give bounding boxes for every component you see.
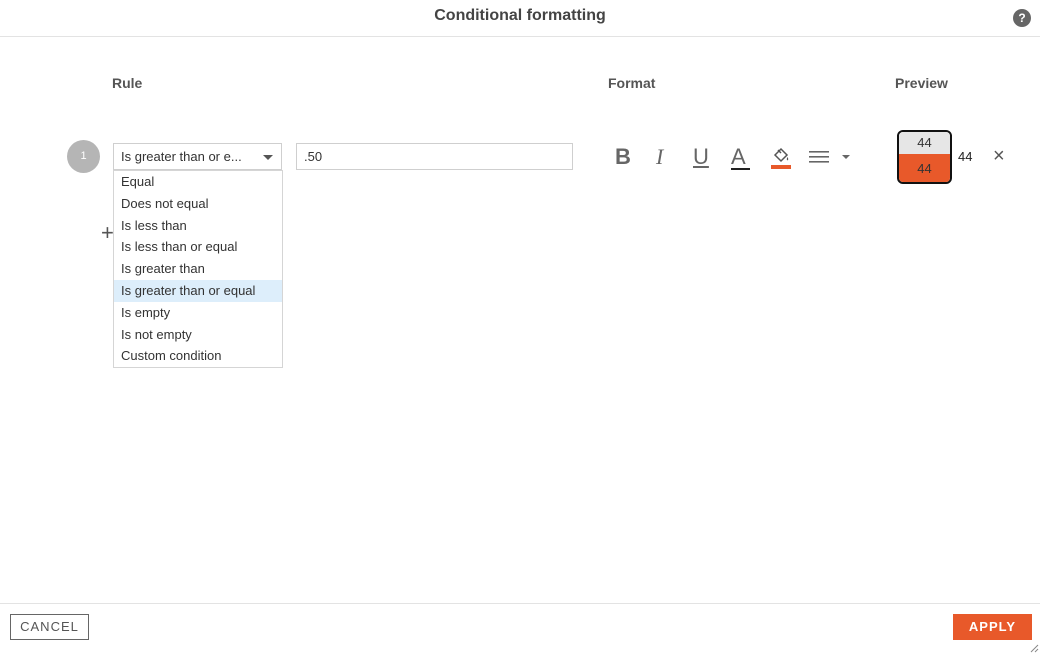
condition-value-input[interactable] xyxy=(296,143,573,170)
add-rule-button[interactable]: + xyxy=(101,221,114,245)
text-color-swatch xyxy=(731,168,750,170)
text-color-glyph: A xyxy=(731,144,746,169)
dialog-title: Conditional formatting xyxy=(434,7,606,24)
preview-plain-value: 44 xyxy=(958,149,973,164)
preview-formatted-value: 44 xyxy=(899,154,950,182)
italic-icon[interactable]: I xyxy=(656,144,663,170)
condition-select-value: Is greater than or e... xyxy=(121,149,242,164)
fill-color-icon[interactable] xyxy=(771,146,791,170)
dropdown-option-is-empty[interactable]: Is empty xyxy=(114,302,282,324)
dropdown-option-custom-condition[interactable]: Custom condition xyxy=(114,345,282,367)
resize-handle-icon[interactable] xyxy=(1030,640,1039,653)
rule-number-badge: 1 xyxy=(67,140,100,173)
dropdown-option-less-than[interactable]: Is less than xyxy=(114,215,282,237)
underline-icon[interactable]: U xyxy=(693,144,709,170)
dropdown-option-less-than-or-equal[interactable]: Is less than or equal xyxy=(114,236,282,258)
dropdown-option-greater-than-or-equal[interactable]: Is greater than or equal xyxy=(114,279,282,302)
dropdown-option-is-not-empty[interactable]: Is not empty xyxy=(114,324,282,346)
dropdown-option-does-not-equal[interactable]: Does not equal xyxy=(114,193,282,215)
bold-icon[interactable]: B xyxy=(615,144,631,170)
align-icon xyxy=(809,151,850,163)
paint-bucket-icon xyxy=(771,147,791,169)
dropdown-option-equal[interactable]: Equal xyxy=(114,171,282,193)
dropdown-option-greater-than[interactable]: Is greater than xyxy=(114,258,282,280)
question-circle-icon[interactable]: ? xyxy=(1013,9,1031,27)
preview-cell: 44 44 xyxy=(897,130,952,184)
align-dropdown[interactable] xyxy=(809,146,853,168)
format-column-header: Format xyxy=(608,75,656,91)
chevron-down-icon xyxy=(263,155,273,160)
condition-dropdown-list: Equal Does not equal Is less than Is les… xyxy=(113,170,283,368)
text-color-icon[interactable]: A xyxy=(731,144,750,170)
condition-select[interactable]: Is greater than or e... xyxy=(113,143,282,170)
rule-column-header: Rule xyxy=(112,75,143,91)
footer-divider xyxy=(0,603,1040,604)
preview-column-header: Preview xyxy=(895,75,948,91)
remove-rule-icon[interactable]: × xyxy=(993,145,1005,167)
apply-button[interactable]: APPLY xyxy=(953,614,1032,640)
preview-original-value: 44 xyxy=(899,132,950,154)
cancel-button[interactable]: CANCEL xyxy=(10,614,89,640)
